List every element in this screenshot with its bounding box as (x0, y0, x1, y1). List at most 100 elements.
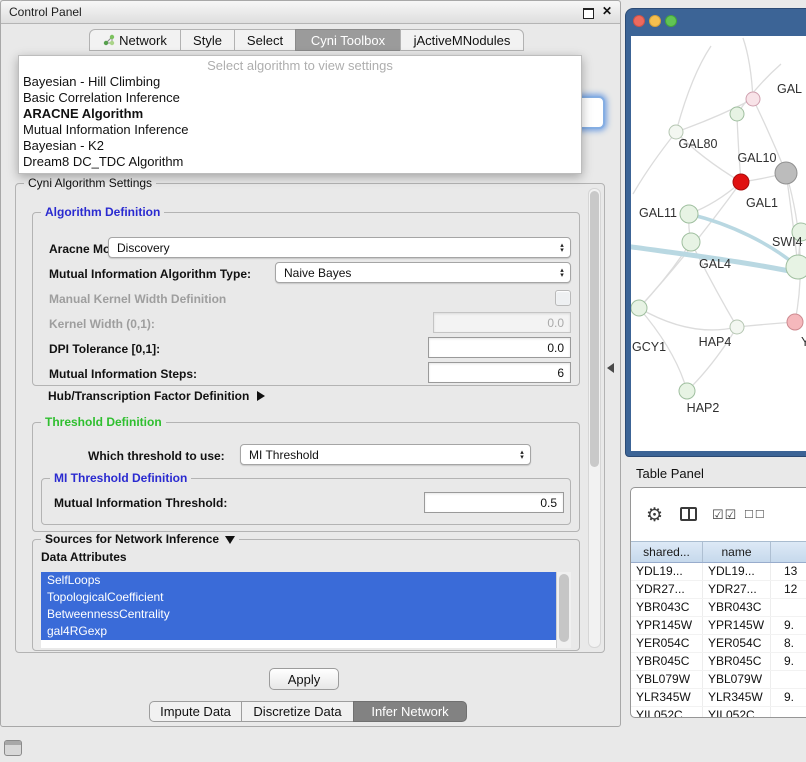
kernel-width-label: Kernel Width (0,1): (49, 317, 155, 331)
network-icon (103, 34, 115, 46)
column-header-shared-name[interactable]: shared... (631, 542, 703, 562)
cell: YER054C (631, 635, 703, 652)
docked-panel-icon[interactable] (4, 740, 22, 756)
dropdown-item[interactable]: Mutual Information Inference (19, 122, 581, 138)
tab-network[interactable]: Network (89, 29, 181, 51)
network-node[interactable] (631, 300, 647, 316)
threshold-select[interactable]: MI Threshold ▴▾ (240, 444, 531, 465)
mi-threshold-group: MI Threshold Definition Mutual Informati… (41, 478, 571, 525)
network-node[interactable] (682, 233, 700, 251)
table-row[interactable]: YBL079W YBL079W (631, 671, 806, 689)
cell: YBL079W (703, 671, 771, 688)
table-row[interactable]: YBR043C YBR043C (631, 599, 806, 617)
cell: YBL079W (631, 671, 703, 688)
deselect-rows-icon[interactable]: ☐☐ (744, 508, 766, 521)
network-node[interactable] (786, 255, 806, 279)
manual-kernel-label: Manual Kernel Width Definition (49, 292, 226, 306)
table-row[interactable]: YDR27... YDR27... 12 (631, 581, 806, 599)
panel-collapse-arrow[interactable] (607, 363, 614, 373)
dropdown-item[interactable]: Dream8 DC_TDC Algorithm (19, 154, 581, 170)
table-header: shared... name (631, 541, 806, 563)
which-threshold-label: Which threshold to use: (88, 449, 225, 463)
node-label: Y (801, 335, 806, 349)
list-item[interactable]: BetweennessCentrality (41, 606, 557, 623)
tab-label: Select (247, 33, 283, 48)
manual-kernel-checkbox[interactable] (555, 290, 571, 306)
tab-discretize-data[interactable]: Discretize Data (241, 701, 354, 722)
float-window-icon[interactable] (583, 8, 594, 19)
network-node[interactable] (787, 314, 803, 330)
network-node[interactable] (730, 320, 744, 334)
list-scrollbar[interactable] (556, 572, 571, 648)
table-row[interactable]: YLR345W YLR345W 9. (631, 689, 806, 707)
list-item[interactable]: SelfLoops (41, 572, 557, 589)
control-panel-titlebar[interactable]: Control Panel ✕ (1, 1, 620, 24)
cell: YER054C (703, 635, 771, 652)
dropdown-item[interactable]: Bayesian - K2 (19, 138, 581, 154)
settings-scrollbar[interactable] (588, 188, 601, 648)
cyni-algorithm-settings-group: Cyni Algorithm Settings Algorithm Defini… (15, 183, 605, 653)
dpi-tolerance-field[interactable]: 0.0 (428, 337, 571, 358)
data-attributes-label: Data Attributes (41, 550, 127, 564)
network-canvas[interactable]: GAL GAL80 GAL10 GAL11 GAL1 SWI4 GAL4 GCY… (631, 36, 806, 451)
close-icon[interactable]: ✕ (602, 4, 612, 18)
network-node-selected[interactable] (733, 174, 749, 190)
columns-icon[interactable] (680, 507, 697, 521)
table-row[interactable]: YIL052C YIL052C (631, 707, 806, 717)
tab-cyni-toolbox[interactable]: Cyni Toolbox (295, 29, 401, 51)
scrollbar-thumb[interactable] (590, 191, 599, 467)
list-item-label: gal4RGexp (47, 624, 107, 638)
cell: YPR145W (631, 617, 703, 634)
tab-style[interactable]: Style (180, 29, 235, 51)
tab-label: Network (119, 33, 167, 48)
table-row[interactable]: YER054C YER054C 8. (631, 635, 806, 653)
close-traffic-light[interactable] (633, 15, 645, 27)
gear-icon[interactable]: ⚙ (646, 504, 663, 527)
cell: YDL19... (703, 563, 771, 580)
table-row[interactable]: YBR045C YBR045C 9. (631, 653, 806, 671)
tab-impute-data[interactable]: Impute Data (149, 701, 242, 722)
node-label: SWI4 (772, 235, 803, 249)
network-node[interactable] (746, 92, 760, 106)
network-node[interactable] (679, 383, 695, 399)
scrollbar-thumb[interactable] (559, 574, 569, 642)
column-header-extra[interactable] (771, 542, 806, 562)
network-node[interactable] (775, 162, 797, 184)
field-value: 0.0 (547, 316, 564, 330)
minimize-traffic-light[interactable] (649, 15, 661, 27)
select-all-rows-icon[interactable]: ☑☑ (712, 507, 737, 523)
cell: 9. (771, 653, 806, 670)
dropdown-item[interactable]: Bayesian - Hill Climbing (19, 74, 581, 90)
zoom-traffic-light[interactable] (665, 15, 677, 27)
network-node[interactable] (680, 205, 698, 223)
mi-algorithm-type-select[interactable]: Naive Bayes ▴▾ (275, 262, 571, 283)
panel-title: Control Panel (9, 5, 82, 19)
table-panel-window: ⚙ ☑☑ ☐☐ shared... name YDL19... YDL19...… (630, 487, 806, 718)
aracne-mode-select[interactable]: Discovery ▴▾ (108, 237, 571, 258)
list-item[interactable]: gal4RGexp (41, 623, 557, 640)
hub-definition-toggle[interactable]: Hub/Transcription Factor Definition (48, 387, 265, 405)
table-row[interactable]: YPR145W YPR145W 9. (631, 617, 806, 635)
table-row[interactable]: YDL19... YDL19... 13 (631, 563, 806, 581)
dropdown-item-selected[interactable]: ARACNE Algorithm (19, 106, 581, 122)
mi-steps-field[interactable]: 6 (428, 362, 571, 383)
dropdown-item[interactable]: Basic Correlation Inference (19, 90, 581, 106)
tab-infer-network[interactable]: Infer Network (353, 701, 467, 722)
tab-label: Cyni Toolbox (311, 33, 385, 48)
mi-threshold-field[interactable]: 0.5 (424, 492, 564, 513)
sources-title-text: Sources for Network Inference (45, 532, 219, 546)
field-value: 6 (557, 366, 564, 380)
hub-definition-label: Hub/Transcription Factor Definition (48, 389, 249, 403)
group-title[interactable]: Sources for Network Inference (41, 532, 239, 546)
group-title: MI Threshold Definition (50, 471, 191, 485)
tab-jactivemnodules[interactable]: jActiveMNodules (400, 29, 524, 51)
attributes-list[interactable]: SelfLoops TopologicalCoefficient Between… (41, 572, 571, 648)
column-header-name[interactable]: name (703, 542, 771, 562)
network-node[interactable] (730, 107, 744, 121)
apply-button[interactable]: Apply (269, 668, 339, 690)
list-item[interactable]: TopologicalCoefficient (41, 589, 557, 606)
cell: YDL19... (631, 563, 703, 580)
tab-select[interactable]: Select (234, 29, 296, 51)
cell: YLR345W (631, 689, 703, 706)
screen: Control Panel ✕ Network Style Select Cyn… (0, 0, 806, 762)
